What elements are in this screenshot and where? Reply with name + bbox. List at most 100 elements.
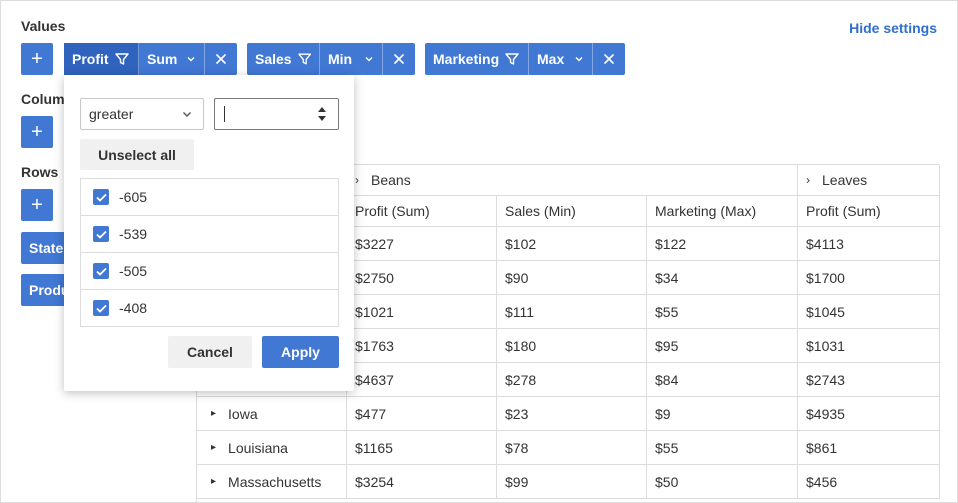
group-header-beans[interactable]: › Beans xyxy=(347,165,798,196)
table-cell[interactable]: $1031 xyxy=(798,329,940,363)
rows-label: Rows xyxy=(21,164,59,180)
table-cell[interactable]: $55 xyxy=(647,295,798,329)
close-icon xyxy=(393,53,405,65)
hide-settings-link[interactable]: Hide settings xyxy=(849,20,937,36)
table-cell[interactable]: $34 xyxy=(647,261,798,295)
table-cell[interactable]: $3254 xyxy=(347,465,497,499)
value-chip-field-label: Sales xyxy=(255,51,292,67)
table-cell[interactable]: $78 xyxy=(497,431,647,465)
check-icon xyxy=(95,193,107,202)
table-cell[interactable]: $55 xyxy=(647,431,798,465)
table-cell[interactable]: $278 xyxy=(497,363,647,397)
remove-value-button[interactable] xyxy=(205,43,237,75)
chevron-down-icon xyxy=(575,57,583,62)
table-cell[interactable]: $1763 xyxy=(347,329,497,363)
apply-button[interactable]: Apply xyxy=(262,336,339,368)
table-cell[interactable]: $1045 xyxy=(798,295,940,329)
value-chip-sales-op[interactable]: Min xyxy=(320,43,383,75)
text-caret xyxy=(224,106,225,122)
checkbox-checked[interactable] xyxy=(93,263,109,279)
group-header-label: Leaves xyxy=(822,172,868,188)
checkbox-checked[interactable] xyxy=(93,189,109,205)
table-cell[interactable]: $111 xyxy=(497,295,647,329)
table-cell[interactable]: $4935 xyxy=(798,397,940,431)
chevron-down-icon xyxy=(365,57,373,62)
table-cell[interactable]: $95 xyxy=(647,329,798,363)
value-chip-op-label: Max xyxy=(537,51,565,67)
column-header[interactable]: Profit (Sum) xyxy=(798,196,940,227)
row-header-cell[interactable]: ▸ Louisiana xyxy=(197,431,347,465)
value-chip-field-label: Profit xyxy=(72,51,109,67)
list-item-label: -505 xyxy=(119,263,148,279)
add-row-button[interactable]: + xyxy=(21,189,53,221)
table-cell[interactable]: $4637 xyxy=(347,363,497,397)
filter-values-list: -605 -539 -505 -408 xyxy=(80,178,339,327)
group-header-leaves[interactable]: › Leaves xyxy=(798,165,940,196)
checkbox-checked[interactable] xyxy=(93,226,109,242)
expand-triangle-icon[interactable]: ▸ xyxy=(211,476,216,487)
expand-triangle-icon[interactable]: ▸ xyxy=(211,442,216,453)
table-cell[interactable]: $9 xyxy=(647,397,798,431)
table-cell[interactable]: $102 xyxy=(497,227,647,261)
remove-value-button[interactable] xyxy=(383,43,415,75)
list-item-label: -605 xyxy=(119,189,148,205)
row-header-cell[interactable]: ▸ Massachusetts xyxy=(197,465,347,499)
filter-popup: greater Unselect all -605 -539 -505 -408… xyxy=(64,75,354,391)
list-item[interactable]: -539 xyxy=(81,216,338,253)
cancel-button[interactable]: Cancel xyxy=(168,336,252,368)
check-icon xyxy=(95,304,107,313)
expand-triangle-icon[interactable]: ▸ xyxy=(211,408,216,419)
table-cell[interactable]: $2743 xyxy=(798,363,940,397)
close-icon xyxy=(215,53,227,65)
table-cell[interactable]: $180 xyxy=(497,329,647,363)
value-chip-profit-op[interactable]: Sum xyxy=(139,43,205,75)
table-cell[interactable]: $3227 xyxy=(347,227,497,261)
table-cell[interactable]: $23 xyxy=(497,397,647,431)
column-header[interactable]: Sales (Min) xyxy=(497,196,647,227)
filter-icon[interactable] xyxy=(114,52,129,66)
number-stepper[interactable] xyxy=(317,107,327,121)
table-cell[interactable]: $2750 xyxy=(347,261,497,295)
plus-icon: + xyxy=(31,194,43,216)
chevron-down-icon xyxy=(187,57,195,62)
table-cell[interactable]: $477 xyxy=(347,397,497,431)
table-cell[interactable]: $456 xyxy=(798,465,940,499)
add-column-button[interactable]: + xyxy=(21,116,53,148)
table-cell[interactable]: $90 xyxy=(497,261,647,295)
table-cell[interactable]: $84 xyxy=(647,363,798,397)
stepper-down-icon[interactable] xyxy=(318,116,326,121)
list-item[interactable]: -605 xyxy=(81,179,338,216)
condition-select[interactable]: greater xyxy=(80,98,204,130)
row-header-label: Massachusetts xyxy=(228,473,322,490)
add-value-button[interactable]: + xyxy=(21,43,53,75)
table-cell[interactable]: $861 xyxy=(798,431,940,465)
value-chip-marketing-field[interactable]: Marketing xyxy=(425,43,529,75)
table-cell[interactable]: $4113 xyxy=(798,227,940,261)
group-header-label: Beans xyxy=(371,172,411,188)
remove-value-button[interactable] xyxy=(593,43,625,75)
table-cell[interactable]: $1700 xyxy=(798,261,940,295)
column-header[interactable]: Profit (Sum) xyxy=(347,196,497,227)
stepper-up-icon[interactable] xyxy=(318,107,326,112)
filter-icon[interactable] xyxy=(297,52,311,66)
plus-icon: + xyxy=(31,121,43,143)
table-cell[interactable]: $50 xyxy=(647,465,798,499)
table-cell[interactable]: $122 xyxy=(647,227,798,261)
checkbox-checked[interactable] xyxy=(93,300,109,316)
table-cell[interactable]: $1021 xyxy=(347,295,497,329)
list-item[interactable]: -505 xyxy=(81,253,338,290)
table-cell[interactable]: $99 xyxy=(497,465,647,499)
list-item[interactable]: -408 xyxy=(81,290,338,326)
list-item-label: -408 xyxy=(119,300,148,316)
row-header-cell[interactable]: ▸ Iowa xyxy=(197,397,347,431)
unselect-all-button[interactable]: Unselect all xyxy=(80,139,194,170)
value-chip-marketing-op[interactable]: Max xyxy=(529,43,593,75)
filter-icon[interactable] xyxy=(505,52,519,66)
value-chip-sales-field[interactable]: Sales xyxy=(247,43,320,75)
table-cell[interactable]: $1165 xyxy=(347,431,497,465)
check-icon xyxy=(95,267,107,276)
condition-select-value: greater xyxy=(89,106,134,122)
pivot-settings-panel: Values Hide settings + Profit Sum Sales … xyxy=(0,0,958,503)
column-header[interactable]: Marketing (Max) xyxy=(647,196,798,227)
value-chip-profit-field[interactable]: Profit xyxy=(64,43,139,75)
